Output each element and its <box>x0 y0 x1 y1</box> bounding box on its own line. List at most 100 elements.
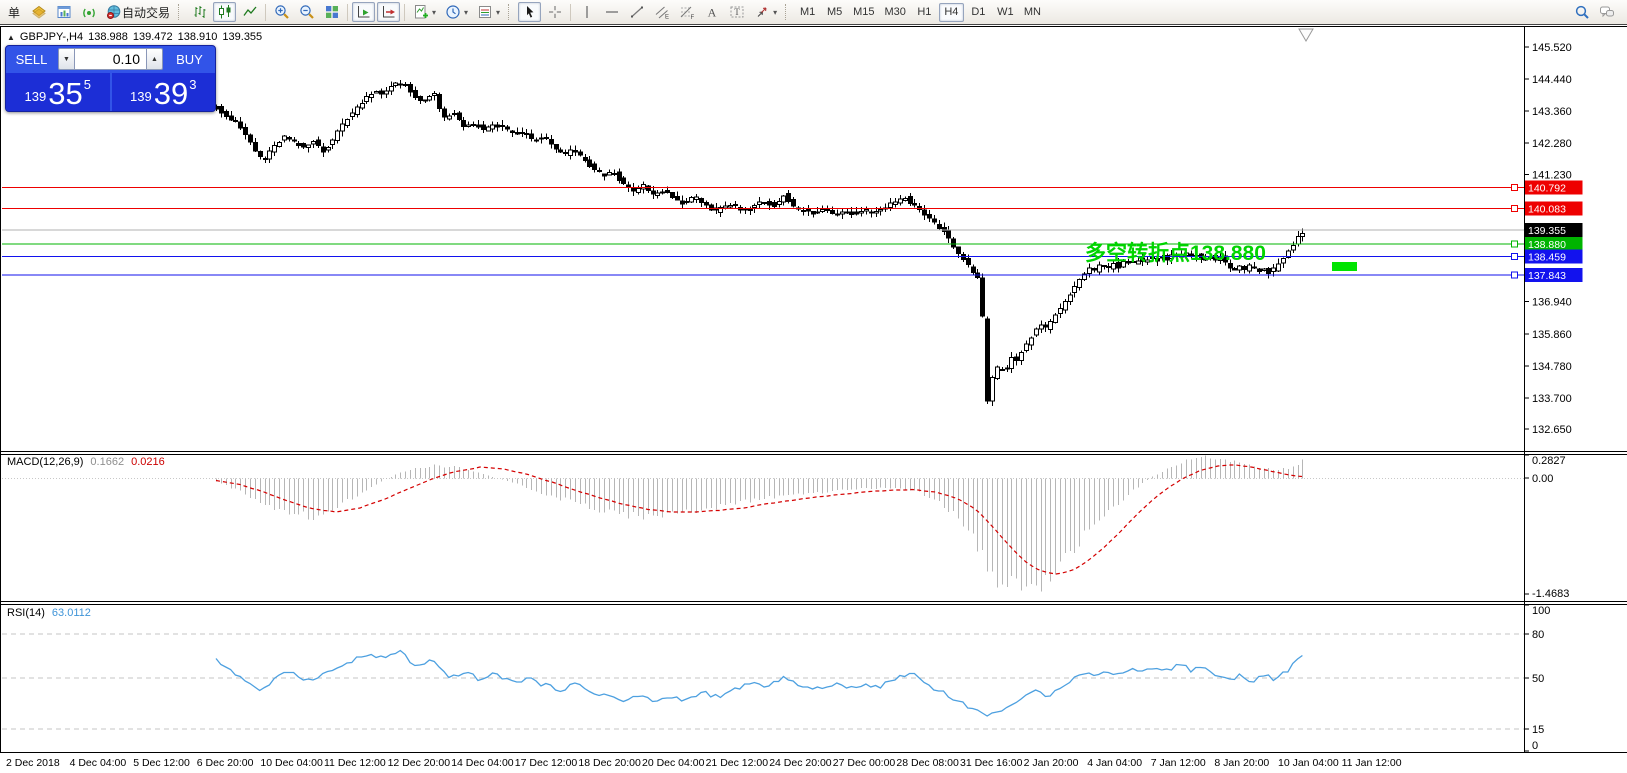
sell-price-point: 5 <box>83 77 91 92</box>
signals-button[interactable] <box>77 2 100 22</box>
support-line-handle[interactable] <box>1511 271 1518 279</box>
price-tick-label: 135.860 <box>1532 329 1572 341</box>
search-icon <box>1573 4 1590 21</box>
buy-price-display[interactable]: 139 39 3 <box>111 73 215 111</box>
timeframe-m15-button[interactable]: M15 <box>849 3 878 22</box>
time-tick-label: 4 Jan 04:00 <box>1087 757 1142 769</box>
time-tick-label: 11 Jan 12:00 <box>1342 757 1402 769</box>
volume-decrease-button[interactable]: ▼ <box>58 48 75 70</box>
collapse-chart-icon[interactable]: ▲ <box>7 33 15 42</box>
periods-button[interactable]: ▾ <box>441 2 471 22</box>
pivot-annotation-text[interactable]: 多空转折点138.880 <box>1085 241 1266 265</box>
time-axis[interactable]: 2 Dec 2018 4 Dec 04:00 5 Dec 12:00 6 Dec 20… <box>6 757 1402 769</box>
timeframe-m5-button[interactable]: M5 <box>822 3 847 22</box>
price-axis[interactable]: 145.520 144.440 143.360 142.280 141.230 136.9… <box>1524 42 1572 752</box>
line-chart-icon <box>241 4 258 21</box>
volume-input[interactable] <box>75 48 146 70</box>
zoom-out-icon <box>298 4 315 21</box>
symbol-period-label: GBPJPY-,H4 <box>19 31 84 43</box>
label-icon: T <box>728 4 745 21</box>
toolbar-separator <box>570 3 572 21</box>
new-order-label: 单 <box>7 5 20 20</box>
clock-icon <box>444 4 461 21</box>
macd-signal-value: 0.0216 <box>131 456 165 468</box>
community-chat-button[interactable] <box>1595 2 1618 22</box>
templates-button[interactable]: ▾ <box>473 2 503 22</box>
timeframe-m1-button[interactable]: M1 <box>795 3 820 22</box>
candlestick-chart-button[interactable] <box>213 2 237 22</box>
autotrading-icon <box>105 4 122 21</box>
buy-price-point: 3 <box>189 77 197 92</box>
toolbar-separator <box>404 3 406 21</box>
trendline-button[interactable] <box>625 2 648 22</box>
price-tick-label: 145.520 <box>1532 42 1572 54</box>
macd-indicator-label: MACD(12,26,9) 0.1662 0.0216 <box>7 456 165 468</box>
toolbar-separator <box>347 3 349 21</box>
timeframe-d1-button[interactable]: D1 <box>966 3 991 22</box>
timeframe-h4-button[interactable]: H4 <box>938 2 964 22</box>
rsi-axis-label: 80 <box>1532 629 1544 641</box>
chat-icon <box>1598 4 1615 21</box>
vertical-line-button[interactable] <box>575 2 598 22</box>
zoom-in-button[interactable] <box>270 2 293 22</box>
auto-scroll-button[interactable] <box>352 2 376 22</box>
toolbar-gripper <box>508 4 513 20</box>
indicators-list-button[interactable]: ▾ <box>409 2 439 22</box>
resistance-line-handle[interactable] <box>1511 205 1518 212</box>
horizontal-line-button[interactable] <box>600 2 623 22</box>
line-chart-button[interactable] <box>238 2 261 22</box>
new-chart-button[interactable] <box>52 2 75 22</box>
autotrading-button[interactable]: 自动交易 <box>102 2 173 22</box>
sell-price-display[interactable]: 139 35 5 <box>6 73 110 111</box>
one-click-trading-panel: SELL ▼ ▲ BUY 139355 139393 <box>5 45 216 112</box>
bar-chart-button[interactable] <box>188 2 211 22</box>
time-tick-label: 2 Dec 2018 <box>6 757 60 769</box>
chart-canvas[interactable]: 140.792 140.083 139.355 138.880138.459 137.8… <box>0 0 1627 773</box>
zoom-in-icon <box>273 4 290 21</box>
time-tick-label: 28 Dec 08:00 <box>896 757 959 769</box>
top-toolbar: 单 自动交易 ▾ ▾ ▾ E F A T ▾ M1 M5 M15 M30 H1 H4 D1 W1 MN <box>0 0 1627 25</box>
volume-stepper: ▼ ▲ <box>57 46 164 72</box>
support-line-handle[interactable] <box>1511 253 1518 260</box>
fibonacci-retracement-button[interactable]: F <box>675 2 698 22</box>
resistance-line-handle[interactable] <box>1511 184 1518 191</box>
toolbar-separator <box>265 3 267 21</box>
horizontal-line-icon <box>603 4 620 21</box>
text-label-button[interactable]: T <box>725 2 748 22</box>
zoom-out-button[interactable] <box>295 2 318 22</box>
highlight-box[interactable] <box>1332 262 1357 271</box>
buy-button[interactable]: BUY <box>164 46 215 72</box>
arrows-icon <box>753 4 770 21</box>
rsi-axis-label: 15 <box>1532 724 1544 736</box>
cursor-button[interactable] <box>518 2 542 22</box>
chart-shift-button[interactable] <box>377 2 401 22</box>
price-tick-label: 136.940 <box>1532 297 1572 309</box>
equidistant-channel-button[interactable]: E <box>650 2 673 22</box>
timeframe-m30-button[interactable]: M30 <box>880 3 909 22</box>
sell-button[interactable]: SELL <box>6 46 57 72</box>
metaeditor-button[interactable] <box>27 2 50 22</box>
price-tick-label: 132.650 <box>1532 424 1572 436</box>
timeframe-w1-button[interactable]: W1 <box>993 3 1018 22</box>
arrows-button[interactable]: ▾ <box>750 2 780 22</box>
time-tick-label: 17 Dec 12:00 <box>515 757 578 769</box>
time-tick-label: 12 Dec 20:00 <box>388 757 451 769</box>
new-order-button[interactable]: 单 <box>3 2 25 22</box>
crosshair-button[interactable] <box>543 2 566 22</box>
timeframe-h1-button[interactable]: H1 <box>912 3 937 22</box>
price-tick-label: 133.700 <box>1532 393 1572 405</box>
chart-shift-marker[interactable] <box>1298 28 1314 42</box>
price-line-label-text: 138.880 <box>1528 239 1566 251</box>
search-button[interactable] <box>1570 2 1593 22</box>
timeframe-mn-button[interactable]: MN <box>1020 3 1045 22</box>
rsi-axis-label: 0 <box>1532 740 1538 752</box>
time-tick-label: 14 Dec 04:00 <box>451 757 514 769</box>
price-tick-label: 134.780 <box>1532 361 1572 373</box>
svg-text:T: T <box>734 7 740 17</box>
dropdown-caret-icon: ▾ <box>464 7 469 17</box>
tile-windows-button[interactable] <box>320 2 343 22</box>
text-button[interactable]: A <box>700 2 723 22</box>
svg-text:E: E <box>665 15 669 21</box>
pivot-line-handle[interactable] <box>1511 240 1518 248</box>
volume-increase-button[interactable]: ▲ <box>146 48 163 70</box>
